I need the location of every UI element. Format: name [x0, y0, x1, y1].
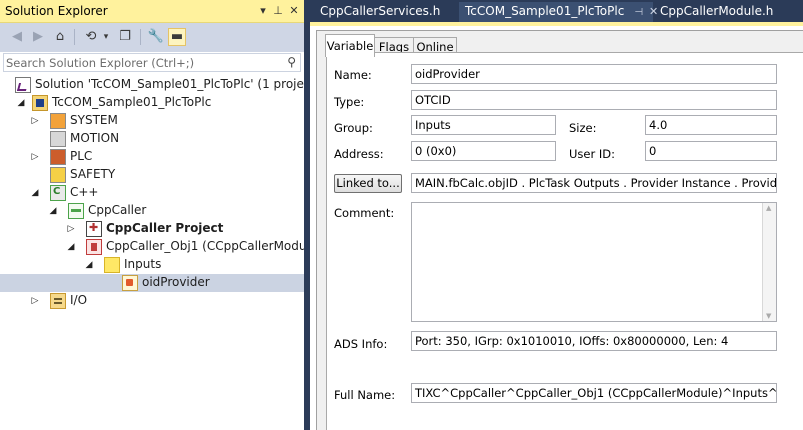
collapse-arrow-icon[interactable]: ◢: [48, 204, 58, 218]
tree-item-label: CppCaller_Obj1 (CCppCallerModule): [106, 239, 322, 253]
tree-item-oidprovider[interactable]: oidProvider: [0, 274, 304, 292]
solution-explorer-panel: Solution Explorer ▾ ⊥ ✕ ◀ ▶ ⌂ ⟲ ▾ ❐ 🔧 ▬ …: [0, 0, 322, 430]
collapse-arrow-icon[interactable]: ◢: [16, 96, 26, 110]
solution-icon: [15, 77, 31, 93]
io-icon: [50, 293, 66, 309]
tree-item-label: oidProvider: [142, 275, 210, 289]
comment-label: Comment:: [334, 206, 395, 220]
tree-item-label: Solution 'TcCOM_Sample01_PlcToPlc' (1 pr…: [35, 77, 320, 91]
tree-item-label: MOTION: [70, 131, 120, 145]
chevron-down-icon[interactable]: ▾: [97, 28, 115, 46]
system-icon: [50, 113, 66, 129]
collapse-arrow-icon[interactable]: ◢: [66, 240, 76, 254]
full-name-label: Full Name:: [334, 388, 396, 402]
variable-icon: [122, 275, 138, 291]
toolbar-separator: [74, 29, 75, 45]
pin-icon[interactable]: ⊣: [634, 7, 643, 18]
motion-icon: [50, 131, 66, 147]
tab-cppcallermodule[interactable]: CppCallerModule.h: [656, 2, 796, 23]
tree-item-label: I/O: [70, 293, 88, 307]
tree-item-system[interactable]: ▷ SYSTEM: [0, 112, 304, 130]
type-label: Type:: [334, 95, 365, 109]
size-label: Size:: [569, 121, 597, 135]
minus-icon[interactable]: ▬: [168, 28, 186, 46]
group-label: Group:: [334, 121, 373, 135]
tree-item-motion[interactable]: MOTION: [0, 130, 304, 148]
group-field[interactable]: Inputs: [411, 115, 556, 135]
tab-tccom-sample[interactable]: TcCOM_Sample01_PlcToPlc ⊣ ✕: [459, 2, 658, 23]
forward-icon[interactable]: ▶: [29, 28, 47, 46]
address-label: Address:: [334, 147, 384, 161]
pin-icon[interactable]: ⊥: [272, 5, 284, 17]
search-box[interactable]: ⚲: [3, 53, 301, 72]
expand-arrow-icon[interactable]: ▷: [30, 150, 40, 164]
tree-item-plc[interactable]: ▷ PLC: [0, 148, 304, 166]
collapse-arrow-icon[interactable]: ◢: [84, 258, 94, 272]
tree-item-solution[interactable]: Solution 'TcCOM_Sample01_PlcToPlc' (1 pr…: [0, 76, 320, 94]
solution-explorer-toolbar: ◀ ▶ ⌂ ⟲ ▾ ❐ 🔧 ▬: [0, 23, 304, 52]
search-icon[interactable]: ⚲: [287, 55, 296, 69]
safety-icon: [50, 167, 66, 183]
cpp-module-icon: [68, 203, 84, 219]
tree-item-cppcaller-obj1[interactable]: ◢ CppCaller_Obj1 (CCppCallerModule): [0, 238, 322, 256]
cpp-icon: [50, 185, 66, 201]
tab-label: CppCallerModule.h: [660, 4, 774, 18]
expand-arrow-icon[interactable]: ▷: [30, 114, 40, 128]
tab-label: TcCOM_Sample01_PlcToPlc: [465, 4, 625, 18]
userid-field[interactable]: 0: [645, 141, 777, 161]
document-tab-strip: CppCallerServices.h TcCOM_Sample01_PlcTo…: [310, 0, 803, 23]
back-icon[interactable]: ◀: [8, 28, 26, 46]
twincat-project-icon: [32, 95, 48, 111]
expand-arrow-icon[interactable]: ▷: [30, 294, 40, 308]
solution-explorer-title-bar: Solution Explorer ▾ ⊥ ✕: [0, 0, 304, 23]
module-instance-icon: [86, 239, 102, 255]
tab-label: Variable: [326, 39, 374, 53]
plc-icon: [50, 149, 66, 165]
cpp-project-icon: [86, 221, 102, 237]
comment-textarea[interactable]: [411, 202, 777, 322]
tree-item-cpp[interactable]: ◢ C++: [0, 184, 304, 202]
tree-item-label: CppCaller Project: [106, 221, 224, 235]
tab-variable[interactable]: Variable: [325, 34, 375, 57]
dropdown-icon[interactable]: ▾: [257, 5, 269, 17]
address-field[interactable]: 0 (0x0): [411, 141, 556, 161]
folder-icon: [104, 257, 120, 273]
collapse-arrow-icon[interactable]: ◢: [30, 186, 40, 200]
tab-label: CppCallerServices.h: [320, 4, 441, 18]
tree-item-cppcaller[interactable]: ◢ CppCaller: [0, 202, 304, 220]
search-input[interactable]: [6, 55, 276, 70]
tree-item-inputs[interactable]: ◢ Inputs: [0, 256, 304, 274]
tree-item-label: SAFETY: [70, 167, 116, 181]
close-icon[interactable]: ✕: [288, 5, 300, 17]
type-field[interactable]: OTCID: [411, 90, 777, 110]
expand-arrow-icon[interactable]: ▷: [66, 222, 76, 236]
ads-info-label: ADS Info:: [334, 337, 388, 351]
tree-item-label: C++: [70, 185, 99, 199]
tree-item-safety[interactable]: SAFETY: [0, 166, 304, 184]
toolbar-separator: [140, 29, 141, 45]
name-field[interactable]: oidProvider: [411, 64, 777, 84]
comment-scrollbar[interactable]: [762, 203, 776, 321]
tab-cppcallerservices[interactable]: CppCallerServices.h: [316, 2, 456, 23]
home-icon[interactable]: ⌂: [51, 28, 69, 46]
tree-item-io[interactable]: ▷ I/O: [0, 292, 304, 310]
panel-title: Solution Explorer: [5, 4, 108, 18]
tree-item-label: SYSTEM: [70, 113, 118, 127]
tree-item-label: PLC: [70, 149, 93, 163]
collapse-all-icon[interactable]: ❐: [116, 28, 134, 46]
tree-item-cppcaller-project[interactable]: ▷ CppCaller Project: [0, 220, 304, 238]
size-field[interactable]: 4.0: [645, 115, 777, 135]
userid-label: User ID:: [569, 147, 615, 161]
full-name-field[interactable]: TIXC^CppCaller^CppCaller_Obj1 (CCppCalle…: [411, 383, 777, 403]
linked-to-field[interactable]: MAIN.fbCalc.objID . PlcTask Outputs . Pr…: [411, 173, 777, 193]
linked-to-button[interactable]: Linked to...: [334, 174, 402, 193]
tree-item-label: CppCaller: [88, 203, 147, 217]
wrench-icon[interactable]: 🔧: [147, 28, 165, 46]
name-label: Name:: [334, 68, 372, 82]
ads-info-field[interactable]: Port: 350, IGrp: 0x1010010, IOffs: 0x800…: [411, 331, 777, 351]
tree-item-project[interactable]: ◢ TcCOM_Sample01_PlcToPlc: [0, 94, 304, 112]
tree-item-label: TcCOM_Sample01_PlcToPlc: [52, 95, 212, 109]
tree-item-label: Inputs: [124, 257, 162, 271]
